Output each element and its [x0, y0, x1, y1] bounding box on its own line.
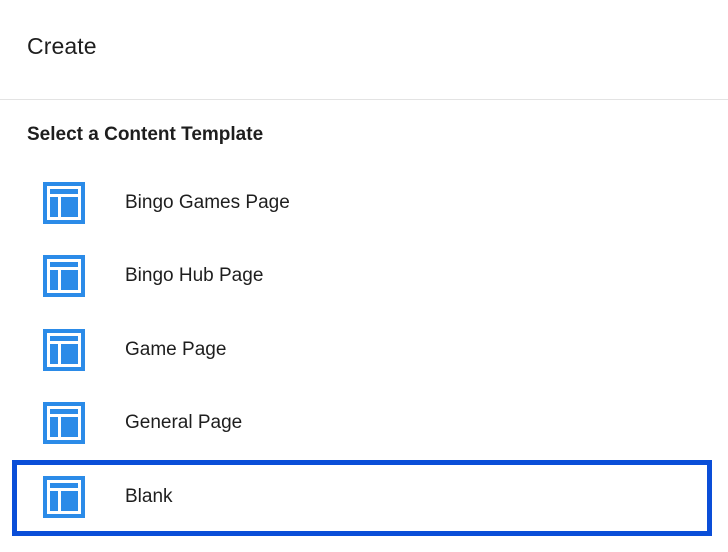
- template-item-label: Bingo Hub Page: [125, 265, 264, 287]
- template-item-label: General Page: [125, 412, 243, 434]
- template-layout-icon: [43, 475, 85, 518]
- template-item-bingo-games-page[interactable]: Bingo Games Page: [0, 166, 728, 240]
- template-item-general-page[interactable]: General Page: [0, 387, 728, 461]
- template-layout-icon: [43, 328, 85, 371]
- template-item-blank[interactable]: Blank: [0, 460, 728, 534]
- template-item-label: Blank: [125, 485, 173, 507]
- dialog-title: Create: [27, 33, 97, 59]
- template-layout-icon: [43, 181, 85, 224]
- dialog-header: Create: [0, 0, 728, 100]
- template-item-bingo-hub-page[interactable]: Bingo Hub Page: [0, 240, 728, 314]
- template-item-label: Game Page: [125, 338, 227, 360]
- template-layout-icon: [43, 255, 85, 298]
- template-item-label: Bingo Games Page: [125, 191, 290, 213]
- template-list: Bingo Games Page Bingo Hub Page Game Pag…: [0, 166, 728, 534]
- template-item-game-page[interactable]: Game Page: [0, 313, 728, 387]
- template-layout-icon: [43, 402, 85, 445]
- create-dialog: Create Select a Content Template Bingo G…: [0, 0, 728, 552]
- section-title: Select a Content Template: [27, 124, 264, 145]
